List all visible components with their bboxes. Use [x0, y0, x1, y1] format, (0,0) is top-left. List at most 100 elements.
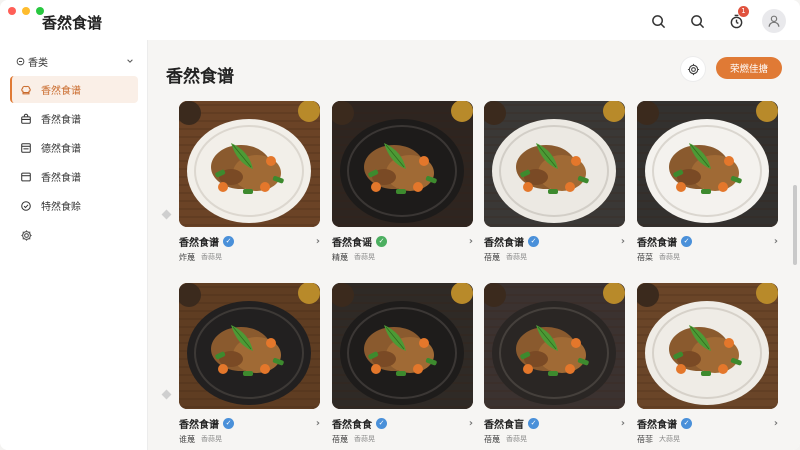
recipe-title-row: 香然食食 ✓ › [332, 416, 473, 431]
dish-photo [332, 283, 473, 409]
book-icon [21, 142, 31, 153]
recipe-title: 香然食谱 [179, 419, 219, 431]
recipe-title-row: 香然食谣 ✓ › [332, 234, 473, 249]
recipe-meta-secondary: 香蒜晃 [354, 253, 375, 261]
sidebar-nav: 香然食谱 香然食谱 德然食谱 香然食谱 特然食赊 [10, 76, 138, 221]
verified-icon: ✓ [376, 417, 387, 429]
verified-icon: ✓ [376, 235, 387, 247]
recipe-meta-secondary: 香蒜晃 [354, 435, 375, 443]
chevron-right-icon[interactable]: › [469, 236, 473, 247]
dish-photo [484, 101, 625, 227]
title-bar: 香然食谱 1 [0, 0, 800, 40]
recipe-card-7[interactable]: 香然食盲 ✓ › 蓓蔑 香蒜晃 [484, 283, 625, 450]
recipe-image [637, 283, 778, 409]
recipe-title-row: 香然食谱 ✓ › [179, 234, 320, 249]
recipe-title-row: 香然食谱 ✓ › [637, 416, 778, 431]
recipe-title-row: 香然食谱 ✓ › [637, 234, 778, 249]
notifications-button[interactable]: 1 [723, 6, 749, 34]
recipe-image [179, 101, 320, 227]
recipe-meta-secondary: 香蒜晃 [659, 253, 680, 261]
recipe-meta: 谁蔑 香蒜晃 [179, 434, 222, 445]
app-title: 香然食谱 [42, 14, 103, 32]
recipe-meta-primary: 炸蔑 [179, 253, 195, 262]
chevron-right-icon[interactable]: › [774, 418, 778, 429]
close-window-button[interactable] [8, 7, 16, 15]
carousel-marker [161, 389, 172, 400]
scrollbar[interactable] [793, 185, 797, 265]
dish-photo [332, 101, 473, 227]
chevron-right-icon[interactable]: › [469, 418, 473, 429]
search-icon [651, 14, 665, 28]
search-button-2[interactable] [684, 8, 710, 34]
sidebar-settings-button[interactable] [20, 227, 33, 246]
chevron-right-icon[interactable]: › [621, 236, 625, 247]
sidebar-item-label: 香然食谱 [41, 115, 81, 126]
sidebar-item-4[interactable]: 香然食谱 [10, 163, 138, 190]
dish-photo [484, 283, 625, 409]
user-icon [768, 15, 780, 27]
recipe-meta-primary: 蓓蔑 [484, 253, 500, 262]
chevron-right-icon[interactable]: › [316, 236, 320, 247]
recipe-meta-secondary: 香蒜晃 [506, 253, 527, 261]
recipe-title: 香然食谱 [637, 419, 677, 431]
recipe-card-4[interactable]: 香然食谱 ✓ › 蓓菜 香蒜晃 [637, 101, 778, 269]
recipe-meta: 蓓蔑 香蒜晃 [484, 252, 527, 263]
recipe-card-3[interactable]: 香然食谱 ✓ › 蓓蔑 香蒜晃 [484, 101, 625, 269]
bag-icon [21, 113, 31, 124]
chevron-right-icon[interactable]: › [316, 418, 320, 429]
recipe-meta: 蓓菲 大蒜晃 [637, 434, 680, 445]
window-controls [8, 7, 44, 15]
recipe-meta: 蓓蔑 香蒜晃 [484, 434, 527, 445]
recipe-meta-primary: 蓓蔑 [332, 435, 348, 444]
sidebar-item-5[interactable]: 特然食赊 [10, 192, 138, 219]
recipe-meta-primary: 蓓蔑 [484, 435, 500, 444]
chevron-right-icon[interactable]: › [621, 418, 625, 429]
chevron-down-icon [127, 59, 133, 63]
search-icon [690, 14, 704, 28]
sidebar-category-dropdown[interactable]: 香类 [16, 53, 134, 69]
sidebar-item-1[interactable]: 香然食谱 [10, 76, 138, 103]
recipe-card-5[interactable]: 香然食谱 ✓ › 谁蔑 香蒜晃 [179, 283, 320, 450]
chef-icon [21, 85, 31, 94]
verified-icon: ✓ [223, 235, 234, 247]
sidebar-item-label: 香然食谱 [41, 173, 81, 184]
recipe-card-1[interactable]: 香然食谱 ✓ › 炸蔑 香蒜晃 [179, 101, 320, 269]
recipe-title-row: 香然食谱 ✓ › [179, 416, 320, 431]
recipe-card-8[interactable]: 香然食谱 ✓ › 蓓菲 大蒜晃 [637, 283, 778, 450]
category-icon [16, 57, 25, 65]
sidebar-header-label: 香类 [28, 57, 48, 69]
primary-action-button[interactable]: 荣燃佳搪 [716, 57, 782, 79]
recipe-meta-primary: 蓓菲 [637, 435, 653, 444]
minimize-window-button[interactable] [22, 7, 30, 15]
recipe-image [332, 283, 473, 409]
sidebar: 香类 香然食谱 香然食谱 德然食谱 香然食谱 特然食赊 [0, 40, 148, 450]
card-icon [21, 172, 31, 181]
carousel-marker [161, 209, 172, 220]
recipe-meta-primary: 精蔑 [332, 253, 348, 262]
recipe-title: 香然食谱 [484, 237, 524, 249]
recipe-card-2[interactable]: 香然食谣 ✓ › 精蔑 香蒜晃 [332, 101, 473, 269]
avatar[interactable] [762, 9, 786, 33]
filter-settings-button[interactable] [681, 57, 705, 81]
gear-icon [687, 63, 699, 75]
dish-photo [179, 283, 320, 409]
recipe-meta: 蓓蔑 香蒜晃 [332, 434, 375, 445]
recipe-meta-secondary: 大蒜晃 [659, 435, 680, 443]
recipe-title: 香然食谣 [332, 237, 372, 249]
recipe-title-row: 香然食盲 ✓ › [484, 416, 625, 431]
chevron-right-icon[interactable]: › [774, 236, 778, 247]
search-button[interactable] [645, 8, 671, 34]
recipe-title: 香然食食 [332, 419, 372, 431]
recipe-meta-secondary: 香蒜晃 [201, 253, 222, 261]
recipe-title: 香然食谱 [637, 237, 677, 249]
top-toolbar: 1 [645, 6, 786, 34]
recipe-meta: 炸蔑 香蒜晃 [179, 252, 222, 263]
recipe-image [484, 101, 625, 227]
recipe-title: 香然食谱 [179, 237, 219, 249]
verified-icon: ✓ [681, 235, 692, 247]
recipe-meta-secondary: 香蒜晃 [201, 435, 222, 443]
recipe-image [637, 101, 778, 227]
sidebar-item-2[interactable]: 香然食谱 [10, 105, 138, 132]
recipe-card-6[interactable]: 香然食食 ✓ › 蓓蔑 香蒜晃 [332, 283, 473, 450]
sidebar-item-3[interactable]: 德然食谱 [10, 134, 138, 161]
